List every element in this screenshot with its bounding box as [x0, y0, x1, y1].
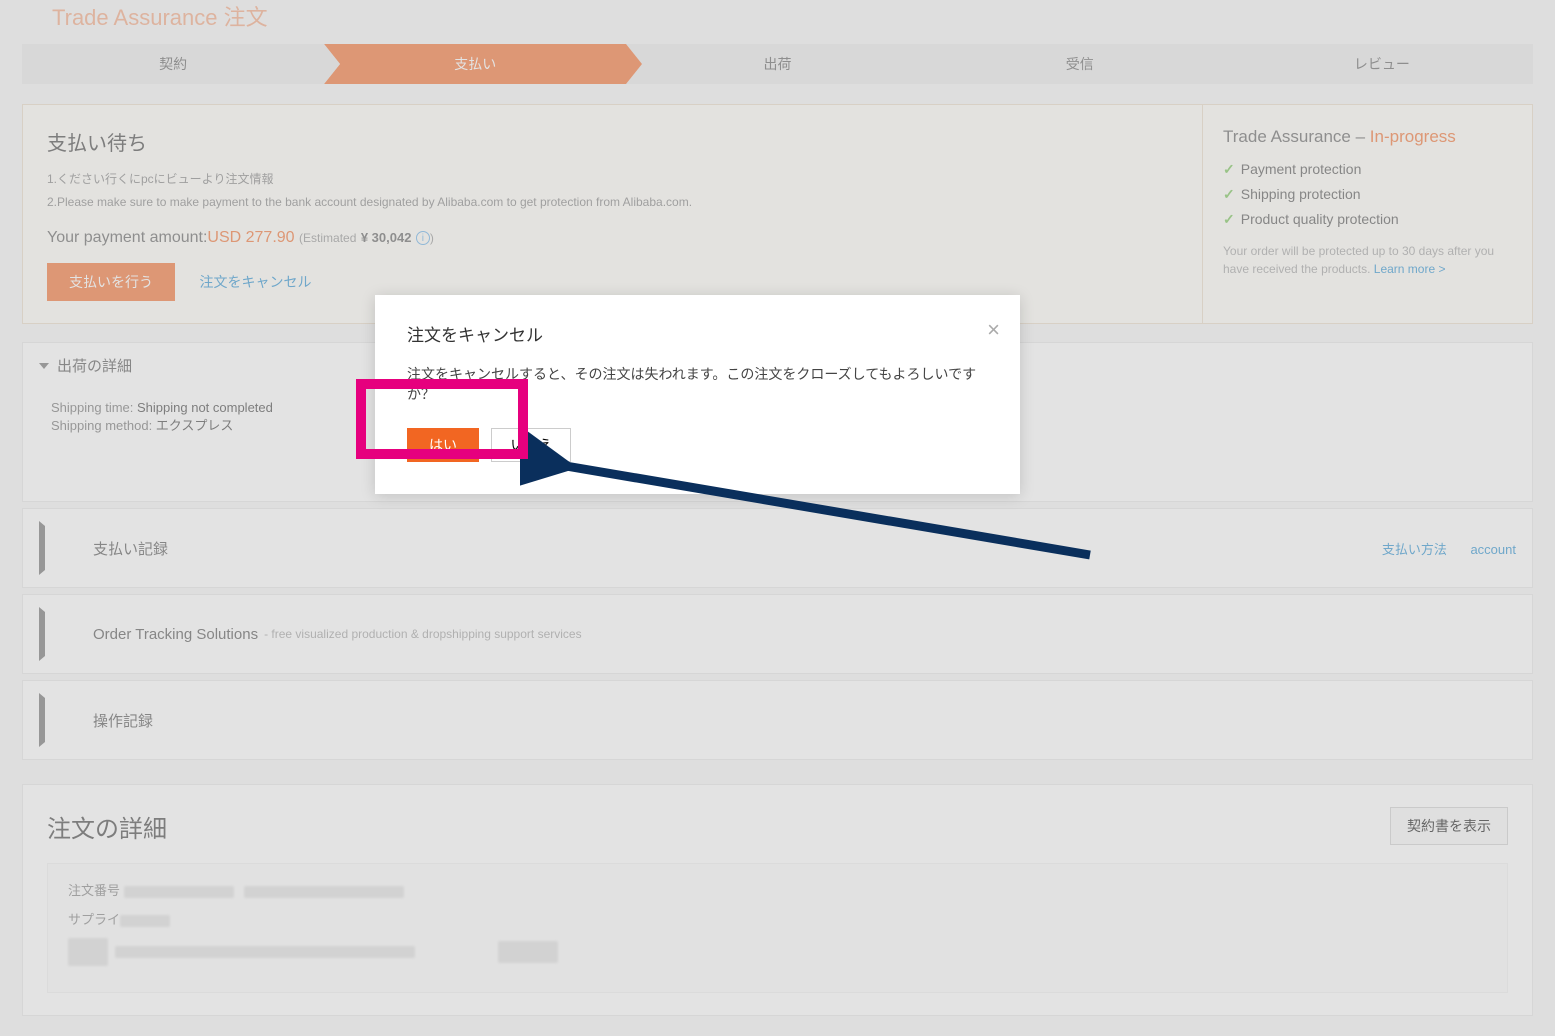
payment-amount-label: Your payment amount:	[47, 229, 207, 246]
protection-note-text: Your order will be protected up to 30 da…	[1223, 244, 1494, 276]
payment-method-link[interactable]: 支払い方法	[1382, 542, 1447, 557]
shipping-method-label: Shipping method:	[51, 418, 156, 433]
payment-note-2: 2.Please make sure to make payment to th…	[47, 195, 1178, 209]
payment-record-panel: 支払い記録 支払い方法 account	[22, 508, 1533, 588]
payment-yen-value: ¥ 30,042	[361, 230, 412, 245]
order-number-label: 注文番号	[68, 883, 120, 898]
pay-button[interactable]: 支払いを行う	[47, 263, 175, 301]
payment-note-1: 1.ください行くにpcにビューより注文情報	[47, 170, 1178, 187]
modal-title: 注文をキャンセル	[407, 321, 988, 346]
account-link[interactable]: account	[1470, 542, 1516, 557]
supplier-label: サプライ	[68, 912, 120, 927]
protection-payment: ✓ Payment protection	[1223, 161, 1512, 178]
payment-amount-line: Your payment amount:USD 277.90 (Estimate…	[47, 229, 1178, 247]
close-icon[interactable]: ×	[987, 317, 1000, 343]
modal-body-text: 注文をキャンセルすると、その注文は失われます。この注文をクローズしてもよろしいで…	[407, 364, 988, 404]
redacted-value	[244, 886, 404, 898]
shipping-method-value: エクスプレス	[156, 418, 234, 433]
redacted-row	[68, 938, 1487, 966]
payment-waiting-title: 支払い待ち	[47, 127, 1178, 156]
show-contract-button[interactable]: 契約書を表示	[1390, 807, 1508, 845]
step-payment: 支払い	[324, 44, 626, 84]
confirm-yes-button[interactable]: はい	[407, 428, 479, 462]
protection-label: Payment protection	[1241, 161, 1362, 177]
order-tracking-title: Order Tracking Solutions	[93, 626, 258, 643]
ta-dash: –	[1351, 127, 1370, 146]
redacted-value	[68, 938, 108, 966]
protection-label: Shipping protection	[1241, 186, 1361, 202]
payment-box: 支払い待ち 1.ください行くにpcにビューより注文情報 2.Please mak…	[22, 104, 1533, 324]
payment-estimated-label: (Estimated	[299, 231, 356, 245]
page-title: Trade Assurance 注文	[22, 0, 1533, 44]
step-shipping: 出荷	[626, 44, 928, 84]
cancel-order-modal: × 注文をキャンセル 注文をキャンセルすると、その注文は失われます。この注文をク…	[375, 295, 1020, 494]
supplier-row: サプライ	[68, 909, 1487, 928]
caret-right-icon	[39, 607, 85, 661]
step-review: レビュー	[1231, 44, 1533, 84]
ta-label: Trade Assurance	[1223, 127, 1351, 146]
protection-shipping: ✓ Shipping protection	[1223, 186, 1512, 203]
progress-steps: 契約 支払い 出荷 受信 レビュー	[22, 44, 1533, 84]
protection-label: Product quality protection	[1241, 211, 1399, 227]
operation-log-panel: 操作記録	[22, 680, 1533, 760]
order-tracking-sub: - free visualized production & dropshipp…	[264, 627, 582, 641]
protection-note: Your order will be protected up to 30 da…	[1223, 242, 1512, 278]
payment-record-title: 支払い記録	[93, 538, 168, 559]
protection-quality: ✓ Product quality protection	[1223, 211, 1512, 228]
redacted-value	[124, 886, 234, 898]
check-icon: ✓	[1223, 186, 1235, 202]
payment-record-header[interactable]: 支払い記録 支払い方法 account	[23, 509, 1532, 587]
order-tracking-header[interactable]: Order Tracking Solutions - free visualiz…	[23, 595, 1532, 673]
payment-amount-value: USD 277.90	[207, 229, 294, 246]
redacted-value	[115, 946, 415, 958]
step-receive: 受信	[929, 44, 1231, 84]
shipping-time-value: Shipping not completed	[137, 400, 273, 415]
order-tracking-panel: Order Tracking Solutions - free visualiz…	[22, 594, 1533, 674]
caret-right-icon	[39, 693, 85, 747]
shipping-time-label: Shipping time:	[51, 400, 137, 415]
caret-right-icon	[39, 521, 85, 575]
redacted-value	[498, 941, 558, 963]
redacted-value	[120, 915, 170, 927]
confirm-no-button[interactable]: いいえ	[491, 428, 571, 462]
paren-close: )	[430, 231, 434, 245]
shipping-details-title: 出荷の詳細	[57, 355, 132, 376]
order-number-row: 注文番号	[68, 880, 1487, 899]
check-icon: ✓	[1223, 211, 1235, 227]
check-icon: ✓	[1223, 161, 1235, 177]
operation-log-title: 操作記録	[93, 710, 153, 731]
learn-more-link[interactable]: Learn more >	[1374, 262, 1446, 276]
step-contract: 契約	[22, 44, 324, 84]
cancel-order-link[interactable]: 注文をキャンセル	[199, 274, 311, 290]
caret-down-icon	[39, 363, 49, 369]
ta-status: In-progress	[1370, 127, 1456, 146]
order-details-title: 注文の詳細	[47, 809, 1390, 844]
operation-log-header[interactable]: 操作記録	[23, 681, 1532, 759]
info-icon[interactable]: i	[416, 231, 430, 245]
order-details-block: 注文の詳細 契約書を表示 注文番号 サプライ	[22, 784, 1533, 1016]
trade-assurance-title: Trade Assurance – In-progress	[1223, 127, 1512, 147]
